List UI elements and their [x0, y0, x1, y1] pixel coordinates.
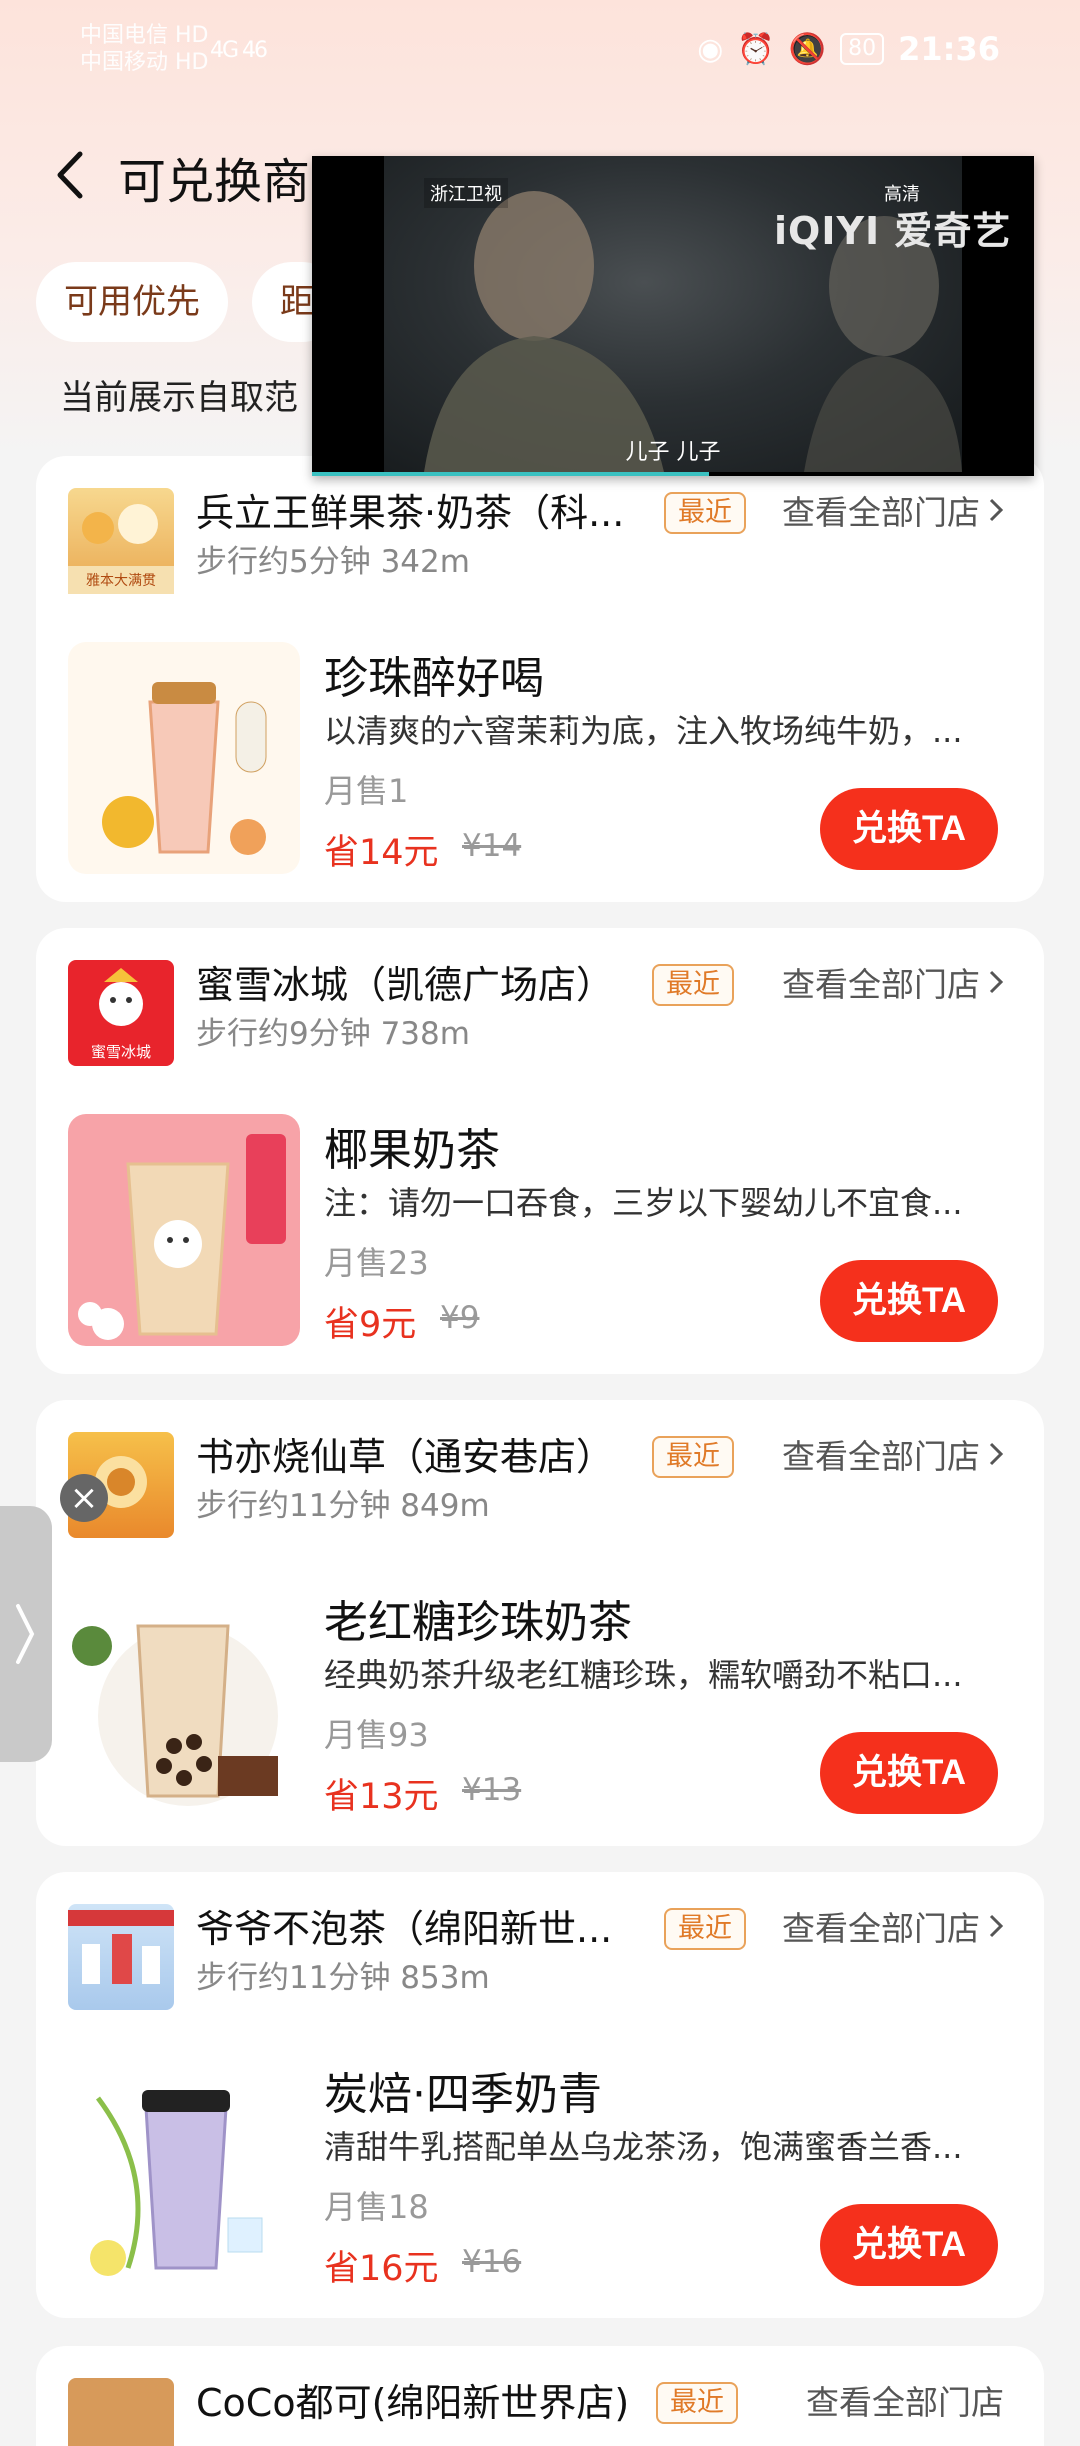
chevron-right-icon	[989, 970, 1004, 994]
product-description: 以清爽的六窨茉莉为底，注入牧场纯牛奶，...	[324, 712, 963, 750]
filter-bar: 可用优先 距	[36, 262, 342, 342]
redeem-button[interactable]: 兑换TA	[820, 2204, 998, 2286]
store-card[interactable]: 蜜雪冰城 蜜雪冰城（凯德广场店） 最近 查看全部门店 步行约9分钟 738m 椰…	[36, 928, 1044, 1374]
original-price: ¥13	[462, 1772, 522, 1808]
product-name[interactable]: 老红糖珍珠奶茶	[324, 1586, 632, 1650]
drink-cup-graphic	[72, 1624, 278, 1806]
walking-distance: 步行约5分钟 342m	[196, 544, 470, 580]
product-name[interactable]: 炭焙·四季奶青	[324, 2058, 602, 2122]
product-image[interactable]	[68, 1114, 300, 1346]
store-card-partial[interactable]: CoCo都可(绵阳新世界店) 最近 查看全部门店	[36, 2346, 1044, 2446]
redeem-button[interactable]: 兑换TA	[820, 1260, 998, 1342]
monthly-sales: 月售23	[324, 1244, 429, 1282]
product-name[interactable]: 椰果奶茶	[324, 1114, 500, 1178]
iqiyi-logo: iQIYI 爱奇艺	[774, 209, 1012, 253]
view-all-stores-label: 查看全部门店	[806, 2383, 1004, 2422]
view-all-stores-link[interactable]: 查看全部门店	[782, 486, 1004, 534]
product-image[interactable]	[68, 642, 300, 874]
product-image[interactable]	[68, 1586, 300, 1818]
store-logo: 蜜雪冰城	[68, 960, 174, 1066]
battery-icon: 80	[840, 33, 885, 65]
store-logo-graphic	[68, 1910, 174, 1984]
status-icons: ◉ ⏰ 🔕 80 21:36	[697, 30, 1000, 68]
drink-cup-graphic	[102, 682, 267, 855]
signal-icon: 4G 46	[210, 38, 268, 63]
recent-badge: 最近	[652, 964, 734, 1006]
status-bar: 中国电信 HD 中国移动 HD 4G 46 ◉ ⏰ 🔕 80 21:36	[0, 0, 1080, 110]
drink-cup-graphic	[78, 1134, 286, 1340]
store-card[interactable]: 爷爷不泡茶（绵阳新世... 最近 查看全部门店 步行约11分钟 853m 炭焙·…	[36, 1872, 1044, 2318]
store-logo	[68, 1904, 174, 2010]
back-arrow-icon[interactable]	[52, 148, 92, 202]
recent-badge: 最近	[664, 1908, 746, 1950]
store-card[interactable]: 雅本大满贯 兵立王鲜果茶·奶茶（科... 最近 查看全部门店 步行约5分钟 34…	[36, 456, 1044, 902]
drink-cup-graphic	[90, 2090, 263, 2276]
store-name[interactable]: 爷爷不泡茶（绵阳新世...	[196, 1898, 656, 1953]
store-logo-caption: 蜜雪冰城	[90, 1043, 151, 1061]
view-all-stores-label: 查看全部门店	[782, 1437, 980, 1476]
original-price: ¥16	[462, 2244, 522, 2280]
savings-amount: 省9元	[324, 1305, 417, 1345]
clock: 21:36	[898, 30, 1000, 68]
signal-text: 4G 46	[210, 38, 268, 63]
savings-amount: 省14元	[324, 833, 439, 873]
floating-video-player[interactable]: 浙江卫视 高清 iQIYI 爱奇艺 儿子 儿子	[312, 156, 1034, 476]
original-price: ¥9	[440, 1300, 480, 1336]
chevron-right-icon	[989, 1442, 1004, 1466]
recent-badge: 最近	[664, 492, 746, 534]
chevron-right-icon	[16, 1604, 35, 1664]
battery-level: 80	[848, 36, 877, 61]
walking-distance: 步行约11分钟 849m	[196, 1488, 490, 1524]
store-name[interactable]: 蜜雪冰城（凯德广场店）	[196, 954, 656, 1009]
view-all-stores-link[interactable]: 查看全部门店	[782, 1430, 1004, 1478]
product-name[interactable]: 珍珠醉好喝	[324, 642, 544, 706]
store-name[interactable]: 书亦烧仙草（通安巷店）	[196, 1426, 656, 1481]
close-icon[interactable]: ×	[60, 1474, 108, 1522]
recent-badge: 最近	[652, 1436, 734, 1478]
original-price: ¥14	[462, 828, 522, 864]
video-subtitle: 儿子 儿子	[625, 440, 721, 465]
eye-icon: ◉	[697, 31, 724, 67]
view-all-stores-label: 查看全部门店	[782, 1909, 980, 1948]
pickup-range-notice: 当前展示自取范	[60, 378, 298, 418]
monthly-sales: 月售18	[324, 2188, 429, 2226]
recent-badge: 最近	[656, 2382, 738, 2424]
mute-icon: 🔕	[788, 31, 827, 67]
view-all-stores-link[interactable]: 查看全部门店	[806, 2376, 1004, 2424]
view-all-stores-label: 查看全部门店	[782, 493, 980, 532]
side-expand-tab[interactable]	[0, 1506, 52, 1762]
tv-channel-logo: 浙江卫视	[424, 178, 508, 208]
redeem-button[interactable]: 兑换TA	[820, 1732, 998, 1814]
video-progress-bar[interactable]	[312, 472, 710, 476]
store-card[interactable]: 书亦烧仙草（通安巷店） 最近 查看全部门店 步行约11分钟 849m 老红糖珍珠…	[36, 1400, 1044, 1846]
product-description: 注：请勿一口吞食，三岁以下婴幼儿不宜食...	[324, 1184, 963, 1222]
product-description: 经典奶茶升级老红糖珍珠，糯软嚼劲不粘口...	[324, 1656, 963, 1694]
product-description: 清甜牛乳搭配单丛乌龙茶汤，饱满蜜香兰香...	[324, 2128, 963, 2166]
filter-available-first[interactable]: 可用优先	[36, 262, 228, 342]
walking-distance: 步行约9分钟 738m	[196, 1016, 470, 1052]
alarm-icon: ⏰	[737, 31, 775, 67]
carrier-line-2: 中国移动 HD	[80, 50, 209, 75]
store-logo-caption: 雅本大满贯	[86, 573, 156, 589]
savings-amount: 省13元	[324, 1777, 439, 1817]
redeem-button[interactable]: 兑换TA	[820, 788, 998, 870]
walking-distance: 步行约11分钟 853m	[196, 1960, 490, 1996]
carrier-line-1: 中国电信 HD	[80, 23, 209, 48]
carrier-info: 中国电信 HD 中国移动 HD	[80, 22, 208, 76]
view-all-stores-link[interactable]: 查看全部门店	[782, 958, 1004, 1006]
chevron-right-icon	[989, 498, 1004, 522]
view-all-stores-link[interactable]: 查看全部门店	[782, 1902, 1004, 1950]
store-name[interactable]: 兵立王鲜果茶·奶茶（科...	[196, 482, 656, 537]
savings-amount: 省16元	[324, 2249, 439, 2289]
product-image[interactable]	[68, 2058, 300, 2290]
monthly-sales: 月售1	[324, 772, 409, 810]
chevron-right-icon	[989, 1914, 1004, 1938]
store-logo: 雅本大满贯	[68, 488, 174, 594]
view-all-stores-label: 查看全部门店	[782, 965, 980, 1004]
monthly-sales: 月售93	[324, 1716, 429, 1754]
store-logo	[68, 2378, 174, 2446]
